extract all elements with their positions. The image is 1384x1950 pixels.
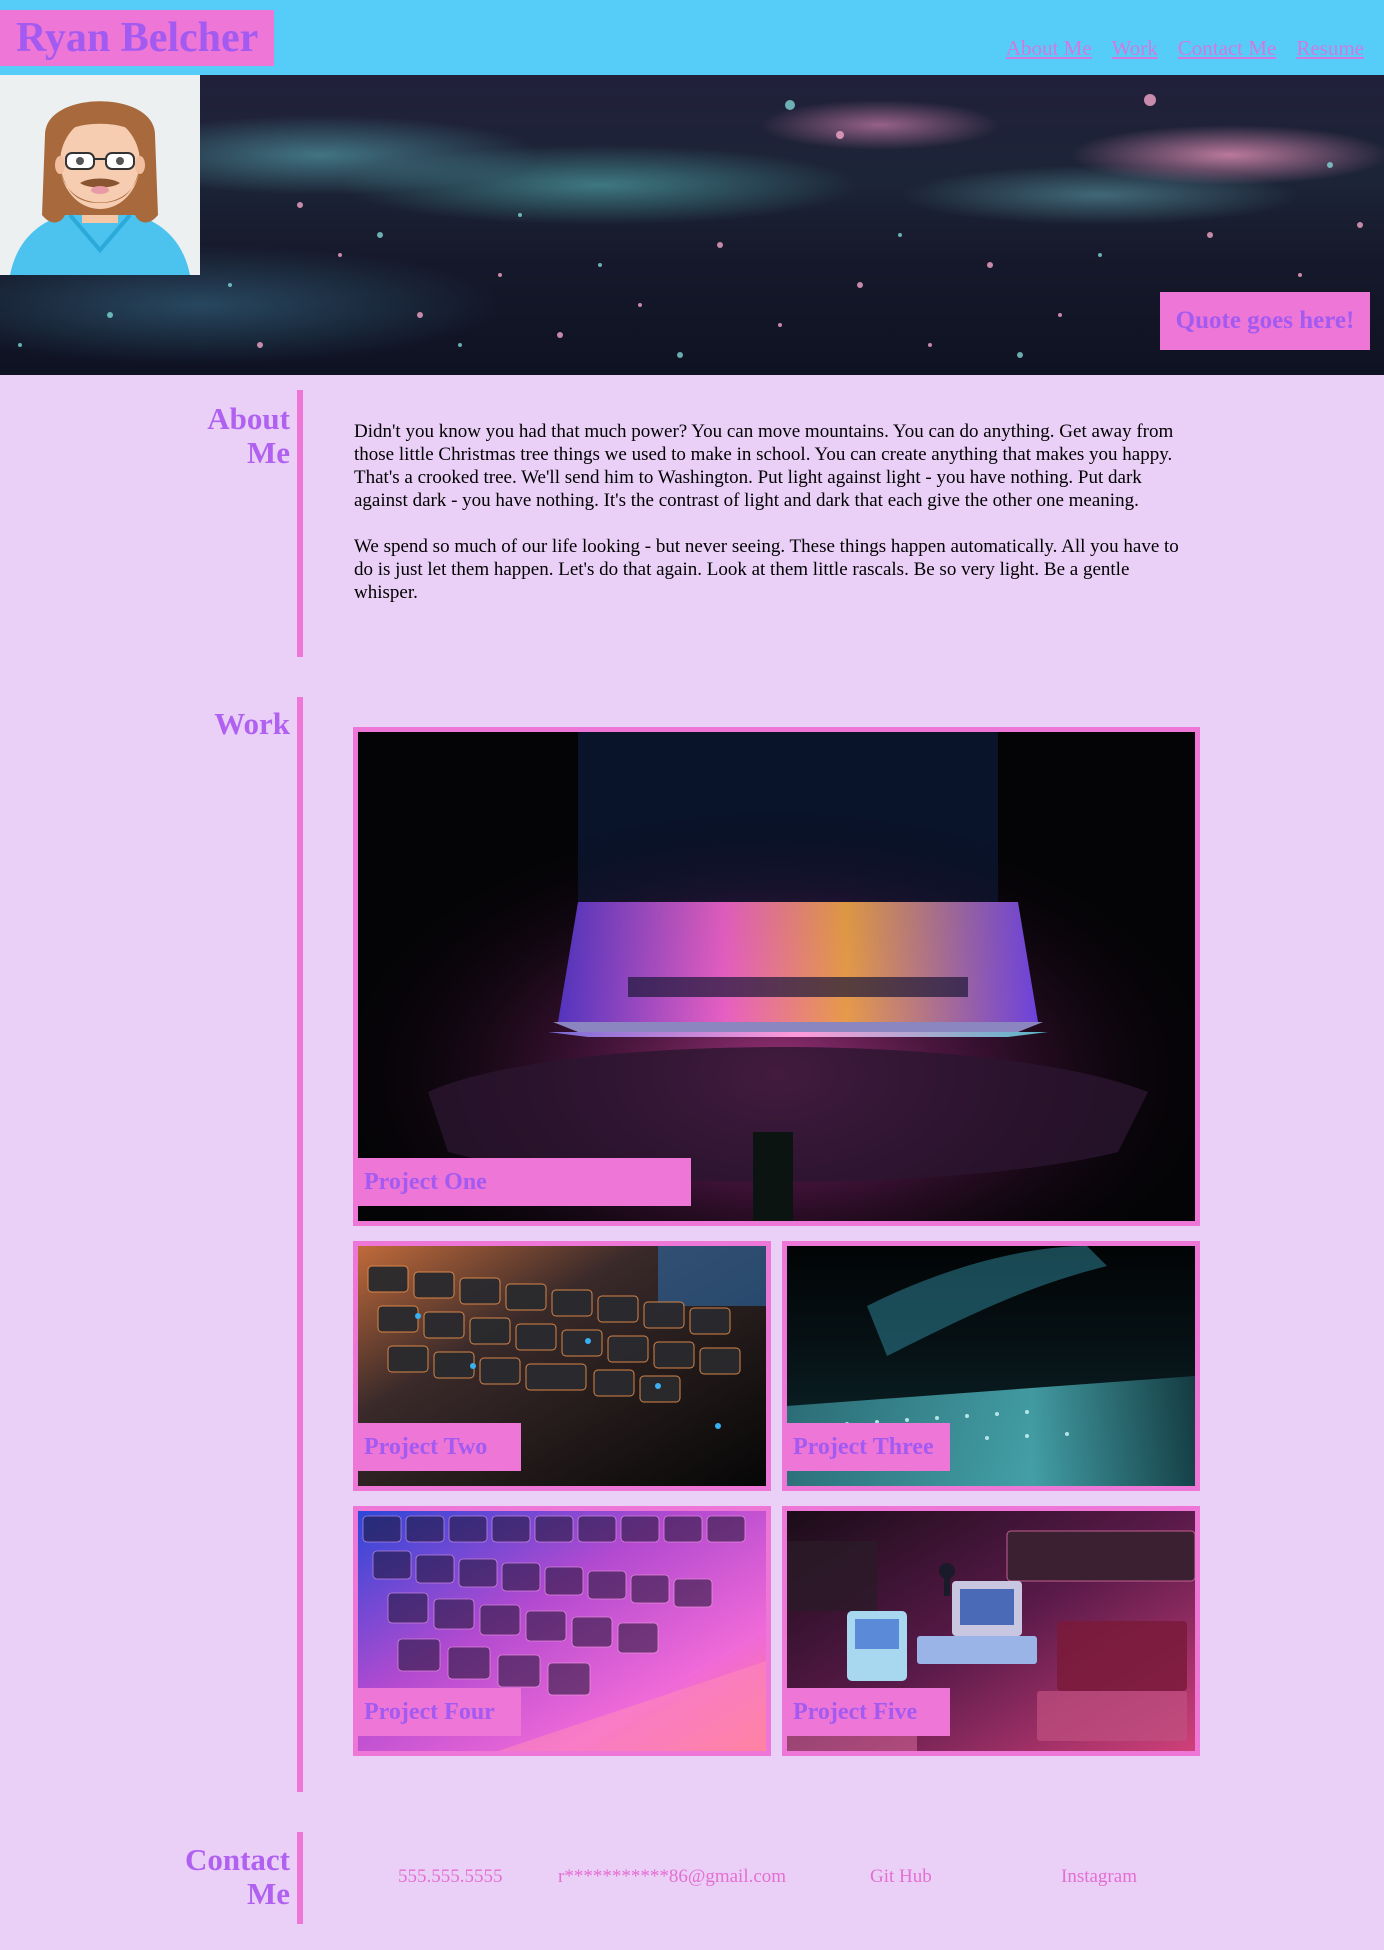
project-card-five[interactable]: Project Five: [782, 1506, 1200, 1756]
about-heading: About Me: [150, 402, 290, 470]
nav-work[interactable]: Work: [1112, 36, 1158, 61]
contact-phone[interactable]: 555.555.5555: [398, 1866, 503, 1888]
about-paragraph: We spend so much of our life looking - b…: [354, 536, 1179, 603]
work-heading: Work: [214, 706, 290, 741]
contact-github-link[interactable]: Git Hub: [870, 1866, 932, 1888]
project-card-three[interactable]: Project Three: [782, 1241, 1200, 1491]
site-title: Ryan Belcher: [0, 10, 275, 66]
contact-heading-line1: Contact: [184, 1842, 290, 1877]
nav-contact-me[interactable]: Contact Me: [1178, 36, 1277, 61]
project-card-two[interactable]: Project Two: [353, 1241, 771, 1491]
contact-instagram-link[interactable]: Instagram: [1061, 1866, 1137, 1888]
project-card-four[interactable]: Project Four: [353, 1506, 771, 1756]
site-header: Ryan Belcher About Me Work Contact Me Re…: [0, 0, 1384, 75]
project-five-label: Project Five: [787, 1688, 950, 1736]
contact-heading-line2: Me: [246, 1876, 290, 1911]
quote-box: Quote goes here!: [1160, 292, 1370, 350]
main-nav: About Me Work Contact Me Resume: [1006, 36, 1364, 61]
about-divider: [297, 390, 303, 657]
project-three-label: Project Three: [787, 1423, 950, 1471]
about-text: Didn't you know you had that much power?…: [354, 420, 1184, 604]
work-divider: [297, 697, 303, 1792]
avatar: [0, 75, 200, 275]
contact-email[interactable]: r***********86@gmail.com: [558, 1866, 786, 1888]
about-paragraph: Didn't you know you had that much power?…: [354, 421, 1174, 511]
project-two-label: Project Two: [358, 1423, 521, 1471]
hero-banner: Quote goes here!: [0, 75, 1384, 375]
contact-divider: [297, 1832, 303, 1924]
project-one-image: [358, 732, 1195, 1221]
nav-resume[interactable]: Resume: [1296, 36, 1364, 61]
nav-about-me[interactable]: About Me: [1006, 36, 1092, 61]
project-four-label: Project Four: [358, 1688, 521, 1736]
project-card-one[interactable]: Project One: [353, 727, 1200, 1226]
project-one-label: Project One: [358, 1158, 691, 1206]
about-heading-line2: Me: [246, 435, 290, 470]
contact-heading: Contact Me: [150, 1843, 290, 1911]
about-heading-line1: About: [207, 401, 290, 436]
